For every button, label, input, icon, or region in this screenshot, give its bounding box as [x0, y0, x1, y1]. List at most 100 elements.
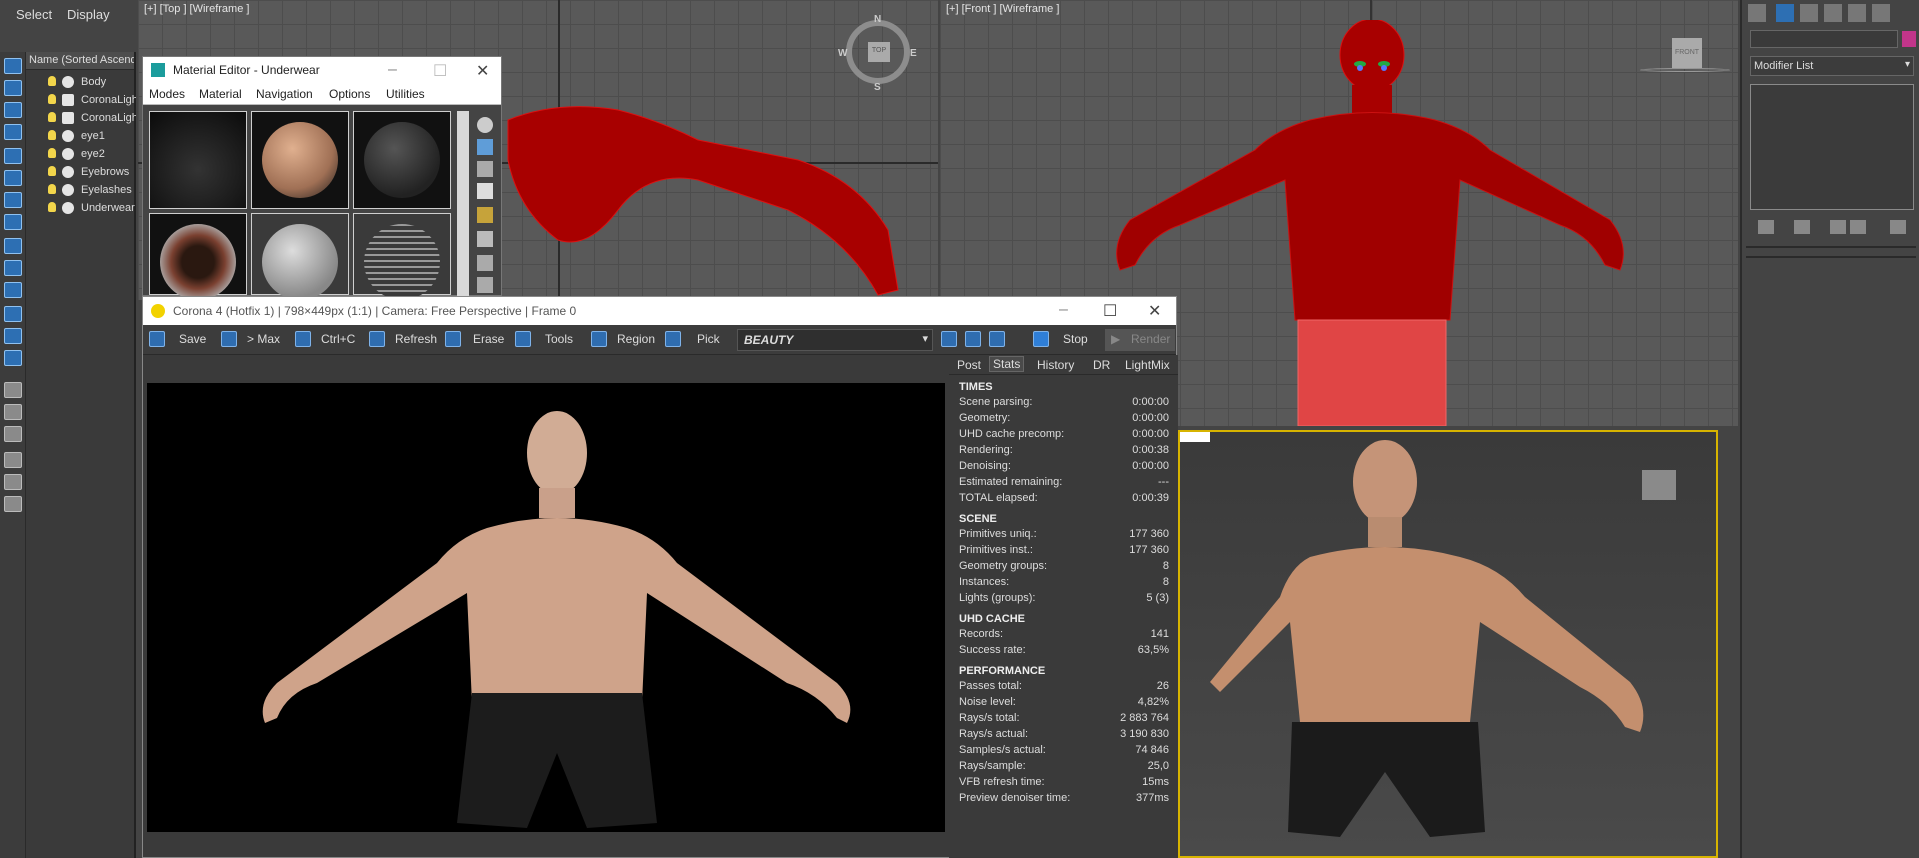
explorer-row[interactable]: Body — [26, 73, 136, 91]
motion-tab-icon[interactable] — [1824, 4, 1842, 22]
tab-post[interactable]: Post — [957, 358, 981, 372]
viewcube-front[interactable]: FRONT — [1672, 38, 1702, 68]
region-icon[interactable] — [591, 331, 607, 347]
display-bones-icon[interactable] — [4, 282, 22, 298]
zoom-out-icon[interactable] — [965, 331, 981, 347]
material-editor-titlebar[interactable]: Material Editor - Underwear – ☐ ✕ — [143, 57, 501, 83]
explorer-row[interactable]: Eyebrows — [26, 163, 136, 181]
pick-icon[interactable] — [665, 331, 681, 347]
erase-icon[interactable] — [445, 331, 461, 347]
modifier-stack[interactable] — [1750, 84, 1914, 210]
filter-settings-icon[interactable] — [4, 474, 22, 490]
viewcube-top[interactable]: TOP — [868, 42, 890, 62]
lightbulb-icon[interactable] — [48, 76, 56, 86]
lightbulb-icon[interactable] — [48, 184, 56, 194]
copy-icon[interactable] — [295, 331, 311, 347]
explorer-row[interactable]: CoronaLigh — [26, 91, 136, 109]
page-icon-3[interactable] — [4, 426, 22, 442]
minimize-button[interactable]: – — [388, 61, 397, 79]
make-preview-icon[interactable] — [477, 231, 493, 247]
display-frozen-icon[interactable] — [4, 328, 22, 344]
page-icon-2[interactable] — [4, 404, 22, 420]
vfb-titlebar[interactable]: Corona 4 (Hotfix 1) | 798×449px (1:1) | … — [143, 297, 1176, 325]
display-geometry-icon[interactable] — [4, 102, 22, 118]
object-name-field[interactable] — [1750, 30, 1898, 48]
slots-scrollbar[interactable] — [457, 111, 469, 297]
menu-navigation[interactable]: Navigation — [256, 87, 313, 101]
display-containers-icon[interactable] — [4, 306, 22, 322]
gear-icon[interactable] — [515, 331, 531, 347]
backlight-icon[interactable] — [477, 139, 493, 155]
display-tab-icon[interactable] — [1848, 4, 1866, 22]
explorer-row[interactable]: Eyelashes — [26, 181, 136, 199]
lightbulb-icon[interactable] — [48, 94, 56, 104]
render-button[interactable]: Render — [1131, 332, 1170, 346]
lightbulb-icon[interactable] — [48, 166, 56, 176]
lightbulb-icon[interactable] — [48, 148, 56, 158]
viewcube-perspective[interactable] — [1642, 470, 1676, 500]
menu-display[interactable]: Display — [67, 7, 110, 22]
make-unique-icon[interactable] — [1830, 220, 1846, 234]
menu-material[interactable]: Material — [199, 87, 242, 101]
hierarchy-tab-icon[interactable] — [1800, 4, 1818, 22]
material-slot[interactable] — [251, 213, 349, 300]
background-icon[interactable] — [477, 161, 493, 177]
configure-modifier-sets-icon[interactable] — [1890, 220, 1906, 234]
refresh-button[interactable]: Refresh — [395, 332, 437, 346]
material-slot[interactable] — [353, 213, 451, 300]
lightbulb-icon[interactable] — [48, 130, 56, 140]
maximize-button[interactable]: ☐ — [1103, 301, 1117, 321]
viewcube-compass[interactable]: TOP — [846, 20, 910, 84]
refresh-icon[interactable] — [369, 331, 385, 347]
stop-button[interactable]: Stop — [1063, 332, 1088, 346]
tab-dr[interactable]: DR — [1093, 358, 1110, 372]
material-slot[interactable] — [251, 111, 349, 209]
stop-icon[interactable] — [1033, 331, 1049, 347]
tab-stats[interactable]: Stats — [989, 356, 1025, 372]
explorer-row[interactable]: eye2 — [26, 145, 136, 163]
channel-dropdown[interactable]: BEAUTY ▾ — [737, 329, 933, 351]
lightbulb-icon[interactable] — [48, 202, 56, 212]
filter-icon[interactable] — [4, 452, 22, 468]
display-all-icon[interactable] — [4, 80, 22, 96]
sample-type-icon[interactable] — [477, 117, 493, 133]
maximize-button[interactable]: ☐ — [433, 61, 447, 81]
modify-tab-icon[interactable] — [1776, 4, 1794, 22]
pin-stack-icon[interactable] — [1758, 220, 1774, 234]
material-slot[interactable] — [149, 111, 247, 209]
close-button[interactable]: ✕ — [476, 61, 489, 81]
viewport-perspective[interactable] — [1178, 430, 1718, 858]
render-image[interactable] — [147, 383, 945, 832]
zoom-in-icon[interactable] — [941, 331, 957, 347]
erase-button[interactable]: Erase — [473, 332, 504, 346]
options-icon[interactable] — [477, 255, 493, 271]
copy-button[interactable]: Ctrl+C — [321, 332, 355, 346]
menu-utilities[interactable]: Utilities — [386, 87, 425, 101]
explorer-row[interactable]: CoronaLigh — [26, 109, 136, 127]
minimize-button[interactable]: – — [1059, 301, 1068, 319]
remove-modifier-icon[interactable] — [1850, 220, 1866, 234]
select-by-material-icon[interactable] — [477, 277, 493, 293]
menu-modes[interactable]: Modes — [149, 87, 185, 101]
modifier-list-dropdown[interactable]: Modifier List ▾ — [1750, 56, 1914, 76]
material-slot[interactable] — [353, 111, 451, 209]
menu-select[interactable]: Select — [16, 7, 52, 22]
close-button[interactable]: ✕ — [1148, 301, 1161, 321]
explorer-row[interactable]: eye1 — [26, 127, 136, 145]
region-button[interactable]: Region — [617, 332, 655, 346]
tab-history[interactable]: History — [1037, 358, 1074, 372]
display-shapes-icon[interactable] — [4, 124, 22, 140]
explorer-row[interactable]: Underwear — [26, 199, 136, 217]
menu-options[interactable]: Options — [329, 87, 370, 101]
zoom-fit-icon[interactable] — [989, 331, 1005, 347]
max-icon[interactable] — [221, 331, 237, 347]
video-color-check-icon[interactable] — [477, 207, 493, 223]
display-none-icon[interactable] — [4, 58, 22, 74]
page-icon[interactable] — [4, 382, 22, 398]
layers-icon[interactable] — [4, 496, 22, 512]
show-end-result-icon[interactable] — [1794, 220, 1810, 234]
viewport-label[interactable]: [+] [Top ] [Wireframe ] — [144, 3, 249, 15]
display-cameras-icon[interactable] — [4, 170, 22, 186]
uv-tiling-icon[interactable] — [477, 183, 493, 199]
send-to-max-button[interactable]: > Max — [247, 332, 280, 346]
